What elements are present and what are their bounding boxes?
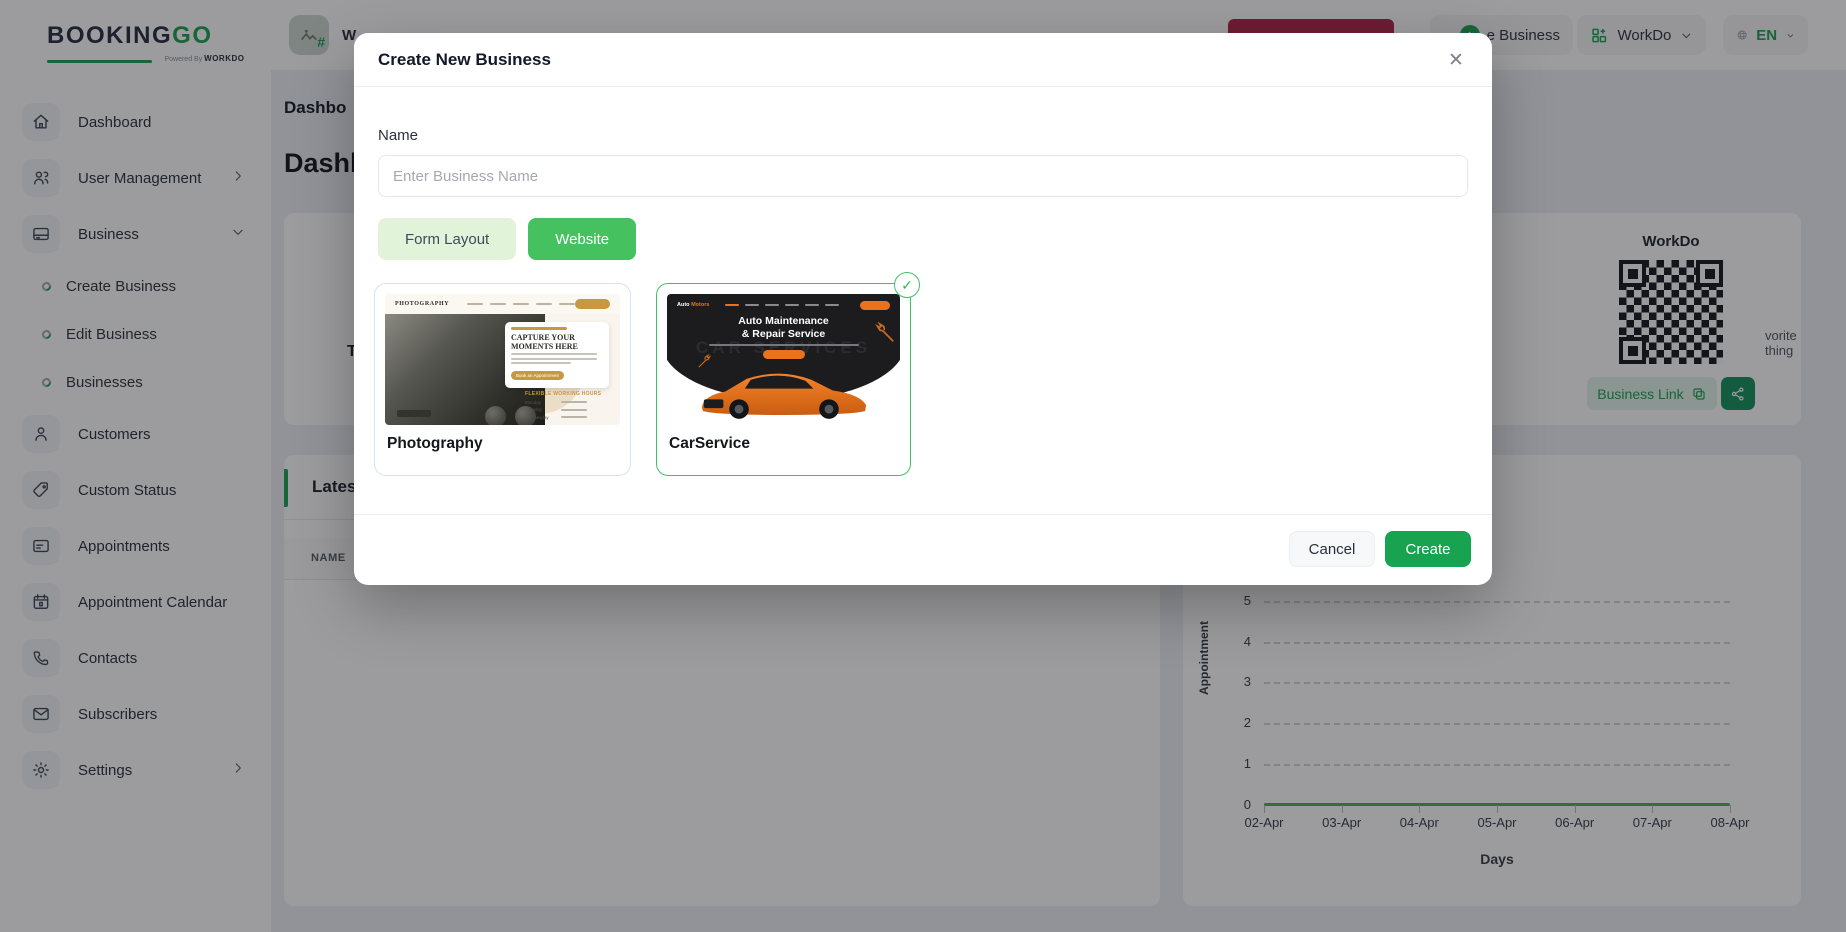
hours-time-bar (561, 401, 587, 403)
hours-time-bar (561, 416, 587, 418)
carservice-thumbnail: Auto Motors CAR SERVICES Auto Maintenanc… (667, 294, 900, 425)
app-root: BOOKINGGO Powered By WORKDO Dashboard Us… (0, 0, 1846, 932)
paragraph-bars (511, 353, 603, 365)
name-field-label: Name (378, 127, 419, 144)
hours-day: Monday (525, 399, 542, 405)
avatar (485, 406, 506, 425)
car-hero-heading: Auto Maintenance & Repair Service (738, 315, 829, 341)
template-card-photography[interactable]: PHOTOGRAPHY CAPTURE YOUR MOMENTS HERE Bo… (374, 283, 631, 476)
cancel-button[interactable]: Cancel (1289, 531, 1375, 567)
nav-placeholder (725, 304, 840, 306)
book-appointment-pill: Book an Appointment (511, 371, 564, 381)
hero-heading: CAPTURE YOUR MOMENTS HERE (511, 332, 578, 351)
wrench-icon (874, 321, 896, 349)
modal-header: Create New Business ✕ (354, 33, 1492, 87)
layout-tabs: Form Layout Website (378, 218, 637, 260)
photography-logo: PHOTOGRAPHY (395, 301, 450, 307)
hours-title: FLEXIBLE WORKING HOURS (525, 391, 602, 397)
book-service-pill (762, 350, 805, 359)
template-label: CarService (669, 435, 751, 452)
working-hours: FLEXIBLE WORKING HOURS Monday Tuesday We… (525, 391, 601, 420)
tab-website[interactable]: Website (528, 218, 637, 260)
hero-panel: CAPTURE YOUR MOMENTS HERE Book an Appoin… (505, 322, 609, 388)
create-business-modal: Create New Business ✕ Name Form Layout W… (354, 33, 1492, 585)
create-button[interactable]: Create (1385, 531, 1471, 567)
photography-thumbnail: PHOTOGRAPHY CAPTURE YOUR MOMENTS HERE Bo… (385, 294, 620, 425)
hours-time-bar (561, 408, 587, 411)
business-name-input[interactable] (378, 155, 1468, 197)
template-label: Photography (387, 435, 483, 452)
tagline-bar (511, 327, 567, 330)
tab-form-layout[interactable]: Form Layout (378, 218, 517, 260)
subtitle-bar (708, 344, 859, 346)
modal-title: Create New Business (378, 50, 551, 69)
template-card-carservice[interactable]: ✓ Auto Motors CAR SERVICES Auto Maintena… (656, 272, 920, 476)
text-fragment-bar (397, 410, 431, 417)
contact-pill (575, 299, 610, 309)
car-logo-primary: Auto (677, 302, 692, 308)
close-icon[interactable]: ✕ (1442, 46, 1470, 74)
avatar (515, 406, 536, 425)
car-logo-accent: Motors (691, 302, 710, 308)
sports-car-illustration (696, 364, 872, 424)
contact-pill (860, 300, 890, 310)
modal-footer: Cancel Create (354, 514, 1492, 585)
nav-placeholder (467, 302, 576, 306)
